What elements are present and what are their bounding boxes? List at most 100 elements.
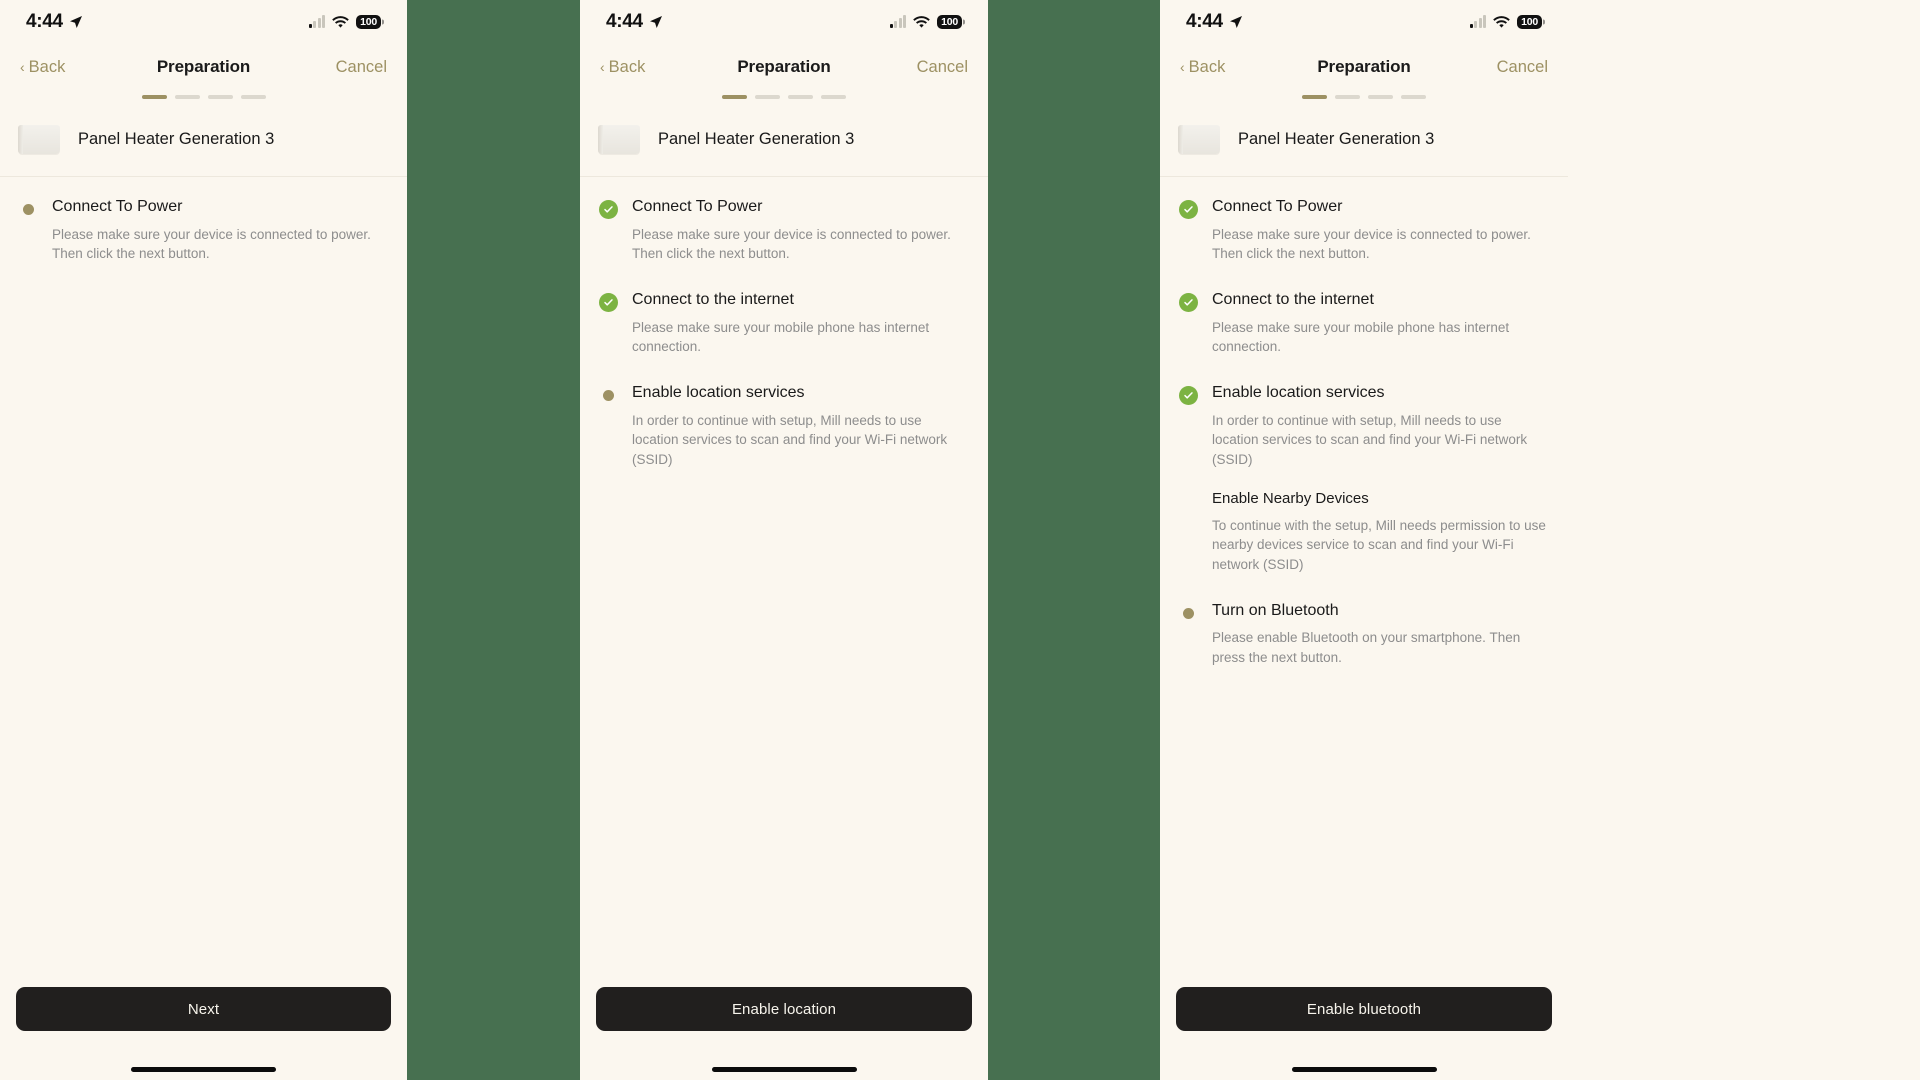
- check-circle-icon: [1178, 200, 1198, 219]
- checklist-item-description: Please make sure your mobile phone has i…: [1212, 319, 1510, 355]
- status-bar-left: 4:44: [26, 11, 83, 33]
- checklist-item-title: Connect To Power: [52, 198, 183, 215]
- checklist-item-description: Please make sure your device is connecte…: [1212, 226, 1531, 262]
- checklist-item-title: Connect to the internet: [1212, 290, 1374, 308]
- checklist-item-connect-to-internet: Connect to the internet Please make sure…: [598, 290, 970, 357]
- checklist-item-description: Please make sure your device is connecte…: [52, 226, 371, 262]
- device-name: Panel Heater Generation 3: [78, 130, 275, 148]
- status-time: 4:44: [606, 11, 643, 32]
- back-button[interactable]: ‹ Back: [1180, 58, 1225, 77]
- checklist-item-enable-location: Enable location services In order to con…: [598, 383, 970, 469]
- cancel-button[interactable]: Cancel: [336, 58, 387, 77]
- status-mark: [1178, 197, 1198, 264]
- checklist-item-description: To continue with the setup, Mill needs p…: [1212, 517, 1546, 572]
- status-bar-left: 4:44: [606, 11, 663, 33]
- phone-screen-step-1: 4:44 100 ‹ Back Preparation Cancel Panel…: [0, 0, 407, 1080]
- status-bar-right: 100: [308, 15, 381, 29]
- checklist: Connect To Power Please make sure your d…: [1160, 177, 1568, 667]
- status-mark: [598, 383, 618, 469]
- pending-dot-icon: [1182, 607, 1194, 619]
- battery-indicator: 100: [356, 15, 381, 29]
- status-mark: [1178, 290, 1198, 357]
- cancel-button[interactable]: Cancel: [1497, 58, 1548, 77]
- checklist-item-turn-on-bluetooth: Turn on Bluetooth Please enable Bluetoot…: [1178, 601, 1550, 668]
- checklist-item-enable-nearby-devices: Enable Nearby Devices To continue with t…: [1178, 489, 1550, 574]
- location-arrow-icon: [649, 16, 662, 28]
- chevron-left-icon: ‹: [600, 59, 605, 75]
- pending-dot-icon: [602, 389, 614, 401]
- bottom-bar: Enable bluetooth: [1160, 987, 1568, 1080]
- check-circle-icon: [1178, 292, 1198, 312]
- wifi-icon: [913, 15, 930, 28]
- checklist-item-connect-to-power: Connect To Power Please make sure your d…: [18, 197, 389, 264]
- checklist-item-title: Connect To Power: [1212, 198, 1343, 215]
- step-progress-indicator: [0, 90, 407, 99]
- step-dash-3: [207, 95, 233, 99]
- status-bar-right: 100: [889, 15, 962, 29]
- home-indicator: [711, 1067, 857, 1072]
- checklist-item-connect-to-internet: Connect to the internet Please make sure…: [1178, 290, 1550, 357]
- status-mark: [598, 197, 618, 264]
- checklist-item-connect-to-power: Connect To Power Please make sure your d…: [1178, 197, 1550, 264]
- checklist-item-title: Turn on Bluetooth: [1212, 601, 1339, 619]
- status-bar-right: 100: [1469, 15, 1542, 29]
- home-indicator: [1291, 1067, 1437, 1072]
- primary-cta-button[interactable]: Enable bluetooth: [1176, 987, 1552, 1031]
- phone-screen-step-2: 4:44 100 ‹ Back Preparation Cancel Panel…: [580, 0, 988, 1080]
- checklist-item-title: Enable location services: [632, 383, 805, 401]
- checklist-item-description: Please make sure your device is connecte…: [632, 226, 951, 262]
- primary-cta-button[interactable]: Next: [16, 987, 391, 1031]
- bottom-bar: Enable location: [580, 987, 988, 1080]
- device-row: Panel Heater Generation 3: [1160, 99, 1568, 177]
- step-dash-4: [240, 95, 266, 99]
- back-button-label: Back: [1188, 57, 1226, 76]
- checklist-item-title: Connect To Power: [632, 198, 763, 215]
- wifi-icon: [332, 15, 349, 28]
- status-mark: [1178, 601, 1198, 668]
- right-background-fill: [1568, 0, 1920, 1080]
- wifi-icon: [1493, 15, 1510, 28]
- cellular-bars-icon: [1469, 15, 1487, 28]
- bottom-bar: Next: [0, 987, 407, 1080]
- step-dash-4: [821, 95, 846, 99]
- chevron-left-icon: ‹: [20, 59, 25, 75]
- checklist: Connect To Power Please make sure your d…: [0, 177, 407, 264]
- checklist-item-enable-location: Enable location services In order to con…: [1178, 383, 1550, 469]
- checklist-item-description: In order to continue with setup, Mill ne…: [632, 412, 948, 467]
- panel-heater-thumbnail: [18, 125, 60, 154]
- cancel-button[interactable]: Cancel: [917, 58, 968, 77]
- navigation-bar: ‹ Back Preparation Cancel: [1160, 44, 1568, 90]
- checklist-item-description: Please make sure your mobile phone has i…: [632, 319, 930, 355]
- checklist-item-title: Connect to the internet: [632, 290, 794, 308]
- step-progress-indicator: [1160, 90, 1568, 99]
- back-button[interactable]: ‹ Back: [20, 58, 65, 77]
- status-bar: 4:44 100: [580, 0, 988, 44]
- back-button-label: Back: [28, 57, 66, 76]
- step-dash-1: [722, 95, 747, 99]
- device-name: Panel Heater Generation 3: [1238, 130, 1435, 148]
- checklist-item-title: Enable Nearby Devices: [1212, 490, 1369, 508]
- back-button[interactable]: ‹ Back: [600, 58, 645, 77]
- step-dash-4: [1401, 95, 1426, 99]
- check-circle-icon: [1178, 385, 1198, 405]
- screenshot-stage: 4:44 100 ‹ Back Preparation Cancel Panel…: [0, 0, 1920, 1080]
- step-dash-1: [141, 95, 167, 99]
- checklist: Connect To Power Please make sure your d…: [580, 177, 988, 469]
- status-time: 4:44: [26, 11, 63, 32]
- primary-cta-button[interactable]: Enable location: [596, 987, 972, 1031]
- phone-screen-step-3: 4:44 100 ‹ Back Preparation Cancel Panel…: [1160, 0, 1568, 1080]
- status-mark: [1178, 383, 1198, 469]
- device-name: Panel Heater Generation 3: [658, 130, 855, 148]
- check-circle-icon: [598, 292, 618, 312]
- step-dash-2: [755, 95, 780, 99]
- status-mark: [598, 290, 618, 357]
- battery-indicator: 100: [937, 15, 962, 29]
- back-button-label: Back: [608, 57, 646, 76]
- navigation-bar: ‹ Back Preparation Cancel: [0, 44, 407, 90]
- step-dash-2: [1335, 95, 1360, 99]
- device-row: Panel Heater Generation 3: [580, 99, 988, 177]
- pending-dot-icon: [22, 204, 34, 215]
- location-arrow-icon: [69, 16, 82, 28]
- checklist-item-description: In order to continue with setup, Mill ne…: [1212, 412, 1528, 467]
- navigation-bar: ‹ Back Preparation Cancel: [580, 44, 988, 90]
